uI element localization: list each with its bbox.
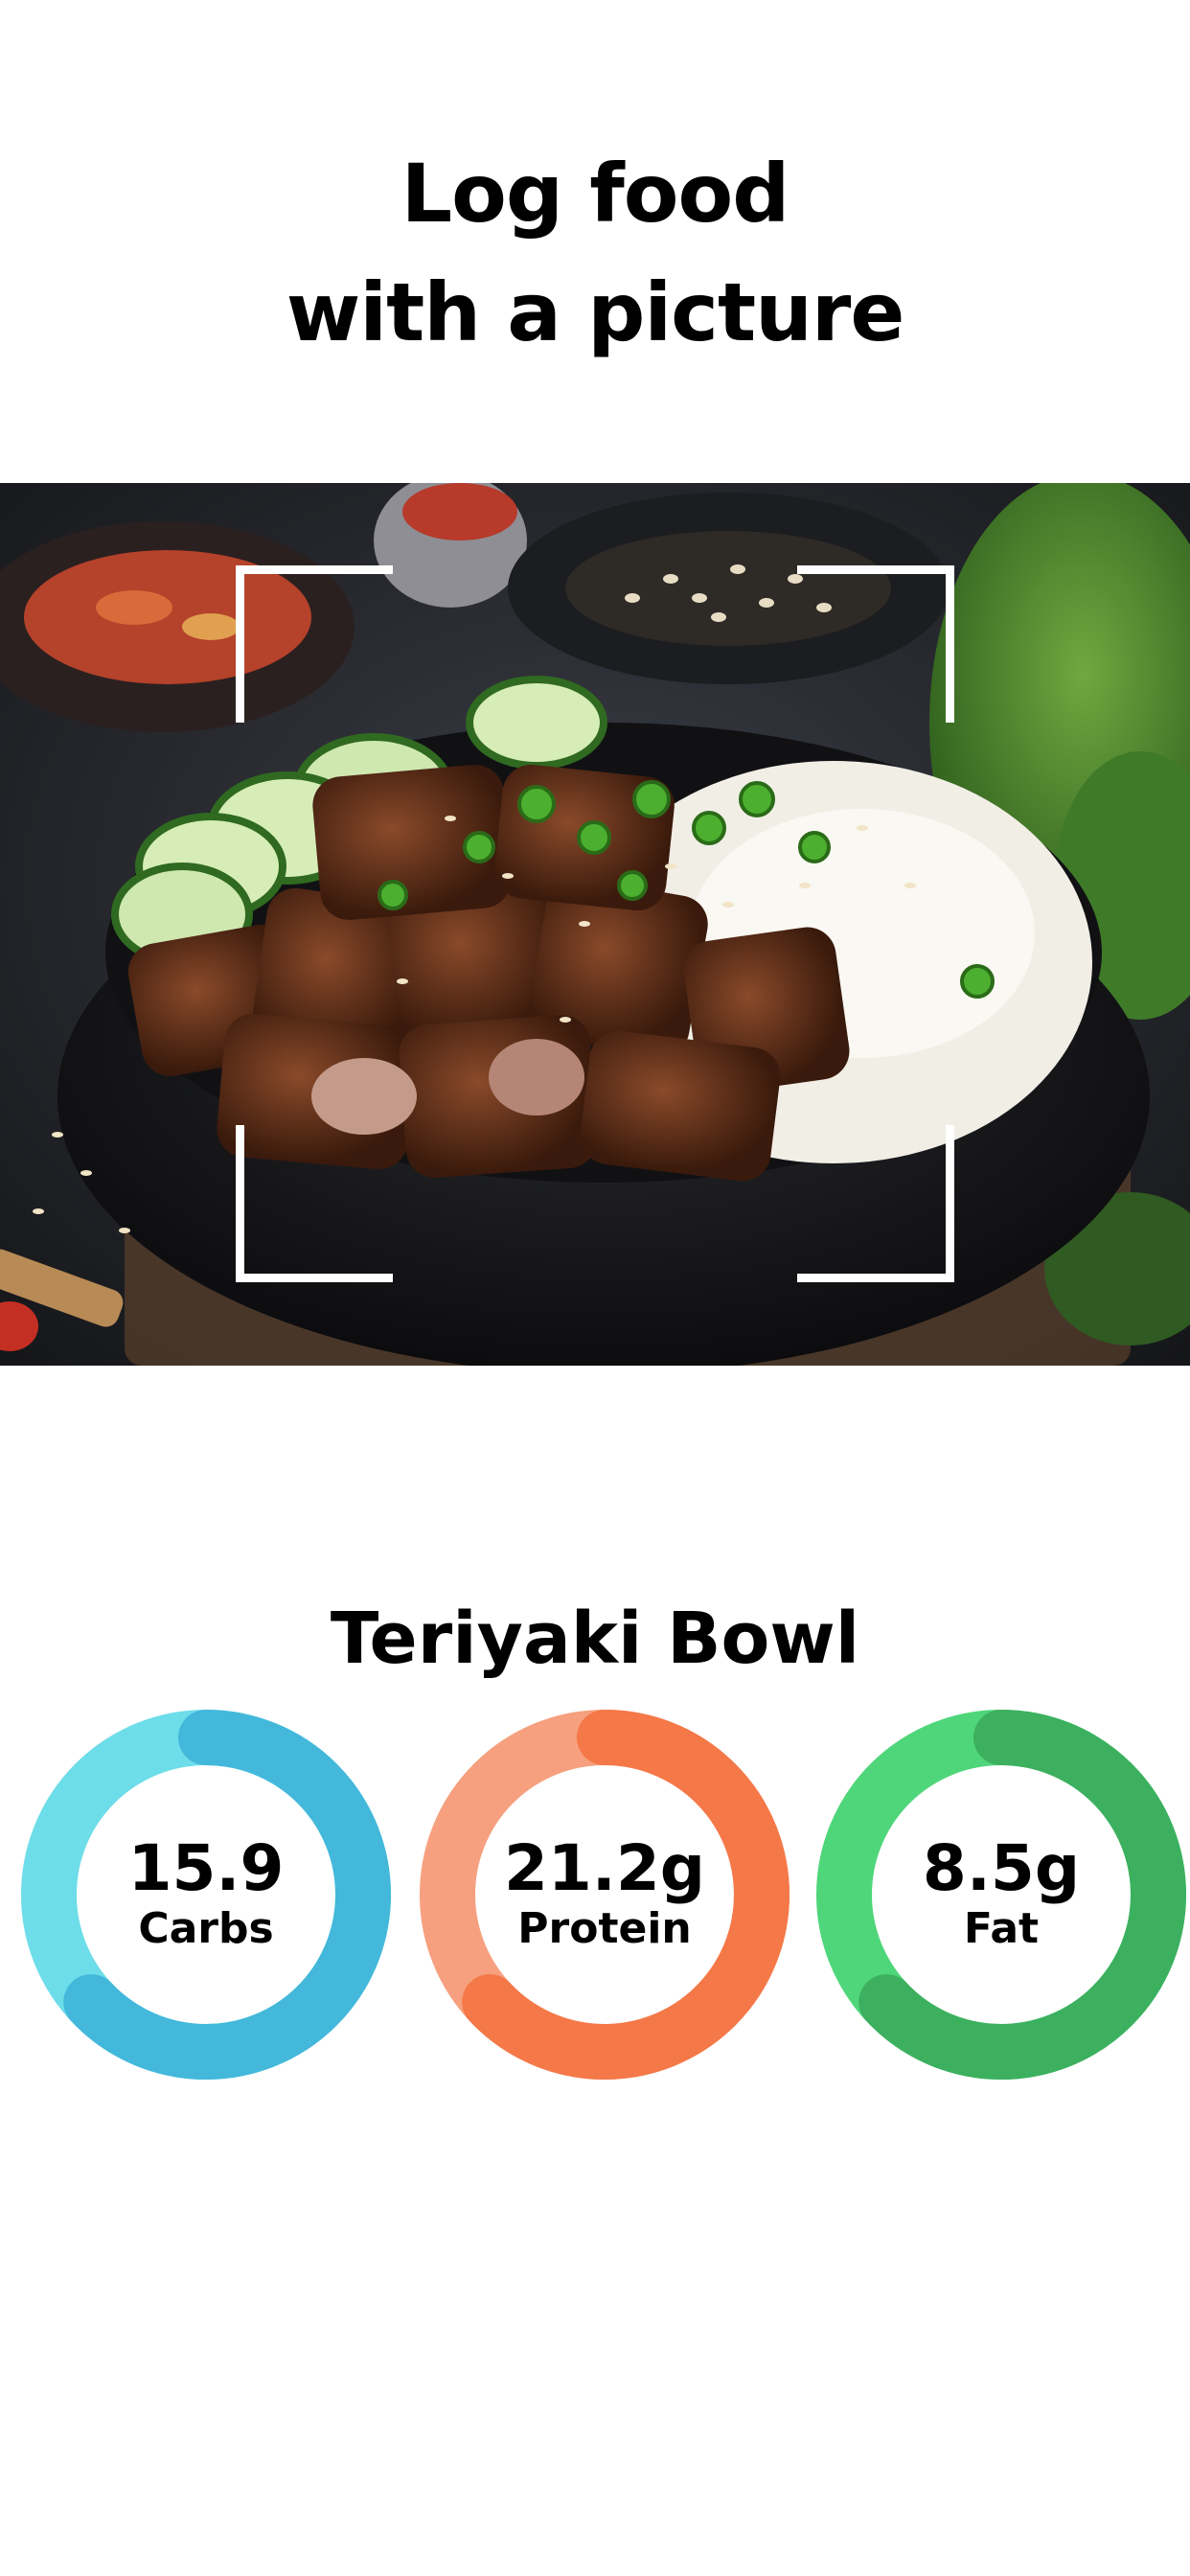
title-line-1: Log food — [400, 147, 790, 241]
macro-ring-fat: 8.5g Fat — [814, 1708, 1188, 2082]
page-title: Log food with a picture — [0, 134, 1190, 372]
macro-ring-carbs: 15.9 Carbs — [19, 1708, 393, 2082]
carbs-value: 15.9 — [127, 1831, 285, 1905]
scan-corner-bottom-left — [236, 1125, 393, 1282]
fat-label: Fat — [963, 1904, 1040, 1953]
carbs-label: Carbs — [138, 1904, 274, 1953]
protein-label: Protein — [517, 1904, 692, 1953]
food-name: Teriyaki Bowl — [330, 1598, 860, 1680]
scan-corner-top-right — [797, 565, 954, 723]
protein-value: 21.2g — [503, 1831, 706, 1905]
scan-frame — [236, 565, 954, 1282]
macro-ring-protein: 21.2g Protein — [418, 1708, 791, 2082]
scan-corner-bottom-right — [797, 1125, 954, 1282]
fat-value: 8.5g — [922, 1831, 1081, 1905]
scan-corner-top-left — [236, 565, 393, 723]
title-line-2: with a picture — [286, 265, 905, 359]
macro-rings: 15.9 Carbs 21.2g Protein 8.5g Fat — [0, 1708, 1190, 2082]
